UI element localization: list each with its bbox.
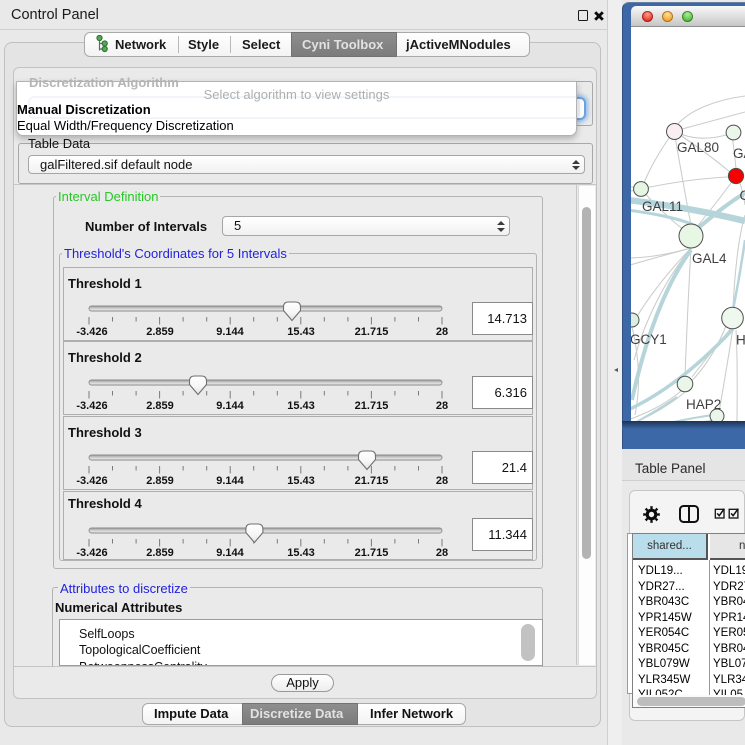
- svg-text:H: H: [736, 333, 745, 348]
- svg-text:HAP2: HAP2: [686, 397, 721, 412]
- svg-text:GCY1: GCY1: [631, 332, 667, 347]
- svg-text:GAL80: GAL80: [677, 140, 719, 155]
- svg-text:GAL4: GAL4: [692, 251, 727, 266]
- svg-text:GA: GA: [733, 146, 745, 161]
- svg-text:C: C: [740, 188, 745, 203]
- svg-text:GAL11: GAL11: [642, 199, 683, 214]
